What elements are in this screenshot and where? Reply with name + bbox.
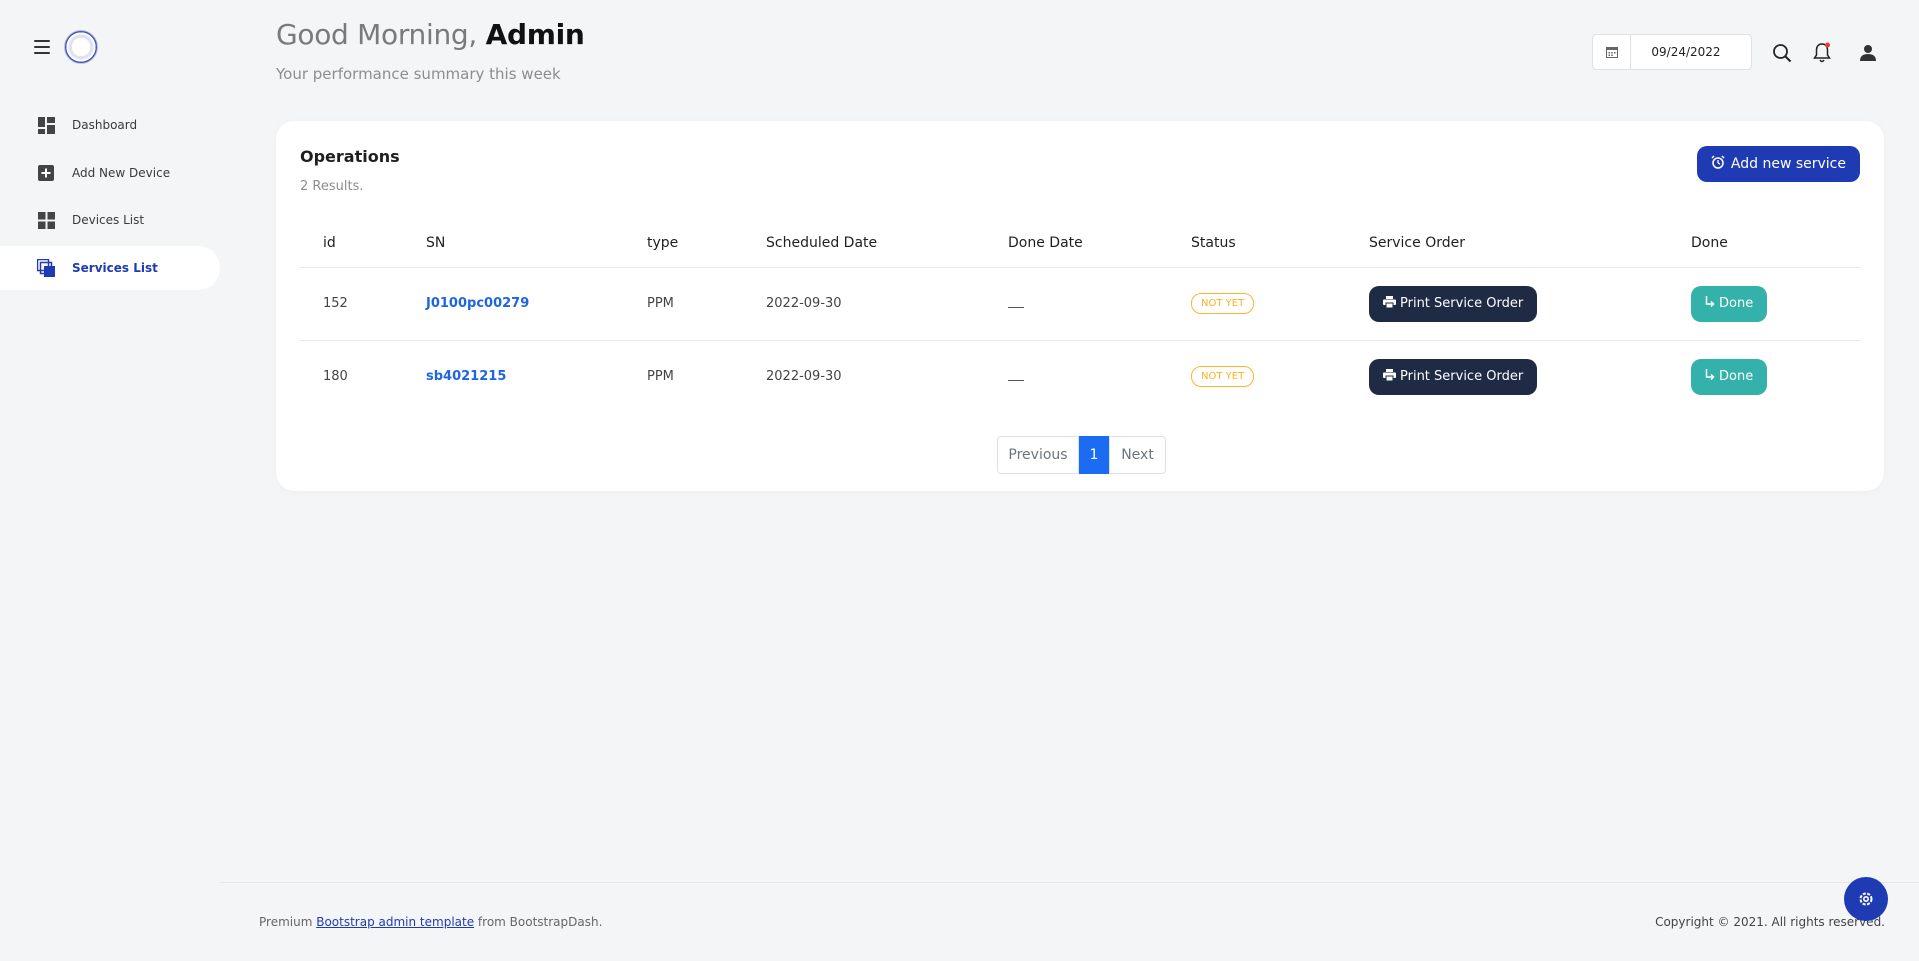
cell-done-date <box>985 267 1168 341</box>
grid-icon <box>37 211 55 229</box>
sn-link[interactable]: J0100pc00279 <box>426 296 529 311</box>
print-service-order-button[interactable]: Print Service Order <box>1369 358 1538 395</box>
alarm-clock-icon <box>1711 155 1725 173</box>
done-label: Done <box>1719 369 1754 385</box>
dashboard-icon <box>37 116 55 134</box>
layers-icon <box>37 258 55 277</box>
cell-service-order: Print Service Order <box>1346 267 1668 341</box>
status-badge: NOT YET <box>1191 293 1255 314</box>
page-title: Good Morning, Admin <box>276 18 585 51</box>
column-header-type[interactable]: type <box>624 219 743 268</box>
results-count: 2 Results. <box>300 179 364 194</box>
operations-card: Operations 2 Results. Add new service id… <box>276 121 1884 491</box>
print-service-order-button[interactable]: Print Service Order <box>1369 285 1538 322</box>
status-badge: NOT YET <box>1191 366 1255 388</box>
printer-icon <box>1383 368 1396 385</box>
sidebar-item-label: Devices List <box>72 213 145 227</box>
sidebar-item-dashboard[interactable]: Dashboard <box>0 103 220 147</box>
done-label: Done <box>1719 296 1754 311</box>
sidebar-item-label: Services List <box>72 260 158 275</box>
table-header-row: id SN type Scheduled Date Done Date Stat… <box>300 219 1861 268</box>
sidebar-item-label: Dashboard <box>72 118 138 132</box>
greeting-text: Good Morning, <box>276 18 477 51</box>
logo[interactable] <box>64 30 98 64</box>
column-header-id[interactable]: id <box>300 219 403 268</box>
done-button[interactable]: Done <box>1691 358 1768 395</box>
page-subtitle: Your performance summary this week <box>276 65 561 83</box>
pagination-previous[interactable]: Previous <box>997 436 1079 474</box>
search-icon[interactable] <box>1770 41 1794 65</box>
cell-done: Done <box>1668 267 1861 341</box>
cell-sn: J0100pc00279 <box>403 267 624 341</box>
brand <box>34 30 98 64</box>
empty-dash <box>1008 380 1024 382</box>
cell-done-date <box>985 340 1168 413</box>
footer-prefix: Premium <box>259 915 317 929</box>
footer-suffix: from BootstrapDash. <box>474 915 603 929</box>
cell-type: PPM <box>624 267 743 341</box>
print-label: Print Service Order <box>1400 369 1524 385</box>
cell-status: NOT YET <box>1168 340 1346 413</box>
user-avatar-icon[interactable] <box>1856 41 1880 65</box>
cell-id: 180 <box>323 369 348 385</box>
sidebar: Dashboard Add New Device Devices List Se… <box>0 0 220 882</box>
done-button[interactable]: Done <box>1691 285 1768 322</box>
column-header-done-date[interactable]: Done Date <box>985 219 1168 268</box>
cell-scheduled-date: 2022-09-30 <box>743 267 985 341</box>
footer-template-link[interactable]: Bootstrap admin template <box>316 915 474 929</box>
column-header-scheduled-date[interactable]: Scheduled Date <box>743 219 985 268</box>
footer-copyright: Copyright © 2021. All rights reserved. <box>1655 915 1885 929</box>
pagination-next[interactable]: Next <box>1109 436 1166 474</box>
sidebar-nav: Dashboard Add New Device Devices List Se… <box>0 103 220 293</box>
cell-type: PPM <box>647 369 674 385</box>
operations-table: id SN type Scheduled Date Done Date Stat… <box>300 219 1861 413</box>
add-new-service-button[interactable]: Add new service <box>1696 146 1860 182</box>
settings-gear-icon[interactable] <box>1844 877 1888 921</box>
print-label: Print Service Order <box>1400 296 1524 311</box>
pagination-page-1[interactable]: 1 <box>1079 436 1109 474</box>
cell-done: Done <box>1668 340 1861 413</box>
arrow-return-icon <box>1705 295 1715 312</box>
cell-sn: sb4021215 <box>403 340 624 413</box>
sidebar-item-add-new-device[interactable]: Add New Device <box>0 151 220 195</box>
column-header-status[interactable]: Status <box>1168 219 1346 268</box>
sidebar-item-devices-list[interactable]: Devices List <box>0 198 220 242</box>
column-header-sn[interactable]: SN <box>403 219 624 268</box>
date-input[interactable] <box>1631 45 1741 59</box>
date-picker[interactable] <box>1592 34 1752 70</box>
card-title: Operations <box>300 147 400 166</box>
cell-id: 152 <box>300 267 403 341</box>
cell-status: NOT YET <box>1168 267 1346 341</box>
column-header-service-order[interactable]: Service Order <box>1346 219 1668 268</box>
bell-icon[interactable] <box>1810 41 1834 65</box>
table-row: 180 sb4021215 PPM 2022-09-30 NOT YET Pri… <box>300 340 1861 413</box>
arrow-return-icon <box>1705 368 1715 385</box>
add-new-service-label: Add new service <box>1730 156 1846 172</box>
menu-toggle-icon[interactable] <box>34 40 50 54</box>
sn-link[interactable]: sb4021215 <box>426 369 506 384</box>
user-name: Admin <box>485 18 585 51</box>
sidebar-item-label: Add New Device <box>72 165 171 180</box>
pagination: Previous 1 Next <box>997 436 1166 474</box>
printer-icon <box>1383 295 1396 312</box>
cell-scheduled-date: 2022-09-30 <box>766 369 842 385</box>
cell-service-order: Print Service Order <box>1346 340 1668 413</box>
footer-credit: Premium Bootstrap admin template from Bo… <box>259 915 602 929</box>
footer-divider <box>220 882 1919 883</box>
sidebar-item-services-list[interactable]: Services List <box>0 245 220 290</box>
calendar-icon[interactable] <box>1593 35 1631 69</box>
column-header-done[interactable]: Done <box>1668 219 1861 268</box>
plus-box-icon <box>37 164 55 182</box>
table-row: 152 J0100pc00279 PPM 2022-09-30 NOT YET … <box>300 267 1861 341</box>
empty-dash <box>1008 307 1024 308</box>
